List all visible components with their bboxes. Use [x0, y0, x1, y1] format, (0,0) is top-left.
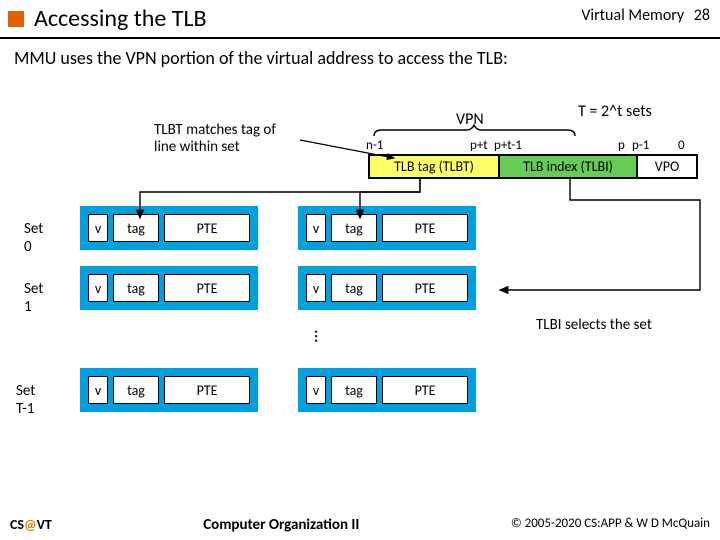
subtitle: MMU uses the VPN portion of the virtual …: [0, 45, 720, 75]
footer-cs: CS: [10, 516, 24, 533]
setT-label: Set T-1: [16, 382, 35, 418]
valid-box: v: [306, 376, 326, 404]
set0-label: Set 0: [24, 220, 43, 256]
set1-label: Set 1: [24, 280, 43, 316]
pte-box: PTE: [382, 376, 468, 404]
valid-box: v: [306, 274, 326, 302]
setT-row: v tag PTE v tag PTE: [80, 368, 476, 412]
tlb-entry: v tag PTE: [298, 368, 476, 412]
tag-box: tag: [113, 376, 159, 404]
valid-box: v: [88, 376, 108, 404]
pte-box: PTE: [164, 376, 250, 404]
tag-box: tag: [331, 376, 377, 404]
title-square-icon: [8, 11, 24, 27]
set1-row: v tag PTE v tag PTE: [80, 266, 476, 310]
tlbt-note-l2: line within set: [154, 139, 276, 156]
brace-icon: [372, 124, 577, 138]
tlbi-note: TLBI selects the set: [536, 316, 652, 334]
pte-box: PTE: [382, 274, 468, 302]
footer-vt: VT: [37, 516, 52, 533]
at-icon: @: [24, 516, 37, 533]
vpo-cell: VPO: [638, 156, 696, 177]
tag-box: tag: [331, 214, 377, 242]
page-number: 28: [694, 6, 710, 25]
valid-box: v: [88, 214, 108, 242]
footer-left: CS@VT: [10, 516, 52, 534]
set0-row: v tag PTE v tag PTE: [80, 206, 476, 250]
bit-pt1: p+t-1: [494, 138, 522, 153]
tlb-entry: v tag PTE: [298, 206, 476, 250]
divider: [0, 37, 720, 39]
bit-p1: p-1: [632, 138, 649, 153]
valid-box: v: [306, 214, 326, 242]
ellipsis-icon: …: [310, 330, 332, 344]
footer-mid: Computer Organization II: [203, 516, 359, 534]
tlbt-note: TLBT matches tag of line within set: [154, 122, 276, 155]
section-name: Virtual Memory: [581, 6, 684, 25]
bit-pt: p+t: [470, 138, 488, 153]
tlbi-cell: TLB index (TLBI): [500, 156, 638, 177]
header-right: Virtual Memory 28: [581, 6, 710, 25]
tlb-entry: v tag PTE: [80, 368, 258, 412]
tag-box: tag: [113, 274, 159, 302]
pte-box: PTE: [382, 214, 468, 242]
pte-box: PTE: [164, 214, 250, 242]
footer-right: © 2005-2020 CS:APP & W D McQuain: [511, 516, 710, 534]
bit-p: p: [618, 138, 625, 153]
tlb-entry: v tag PTE: [298, 266, 476, 310]
tlb-entry: v tag PTE: [80, 206, 258, 250]
bit-0: 0: [678, 138, 685, 153]
address-layout: TLB tag (TLBT) TLB index (TLBI) VPO: [368, 154, 698, 179]
bit-n1: n-1: [366, 138, 383, 153]
valid-box: v: [88, 274, 108, 302]
tlbt-note-l1: TLBT matches tag of: [154, 122, 276, 139]
tlbt-cell: TLB tag (TLBT): [370, 156, 500, 177]
t-sets-label: T = 2^t sets: [578, 102, 652, 121]
tlb-entry: v tag PTE: [80, 266, 258, 310]
tag-box: tag: [331, 274, 377, 302]
pte-box: PTE: [164, 274, 250, 302]
tag-box: tag: [113, 214, 159, 242]
page-title: Accessing the TLB: [34, 4, 207, 33]
